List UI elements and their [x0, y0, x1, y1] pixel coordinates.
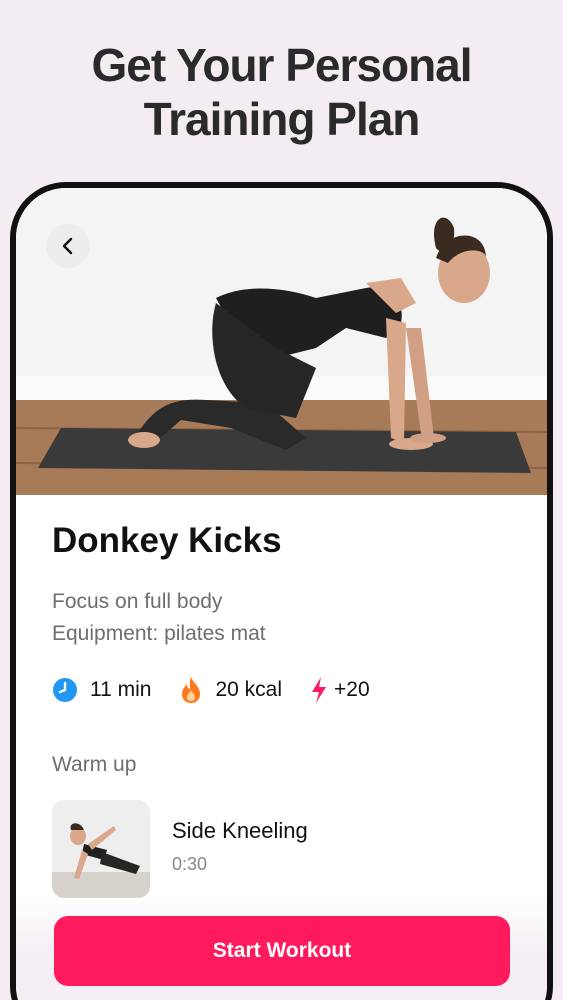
- calories-label: 20 kcal: [215, 678, 283, 701]
- warmup-exercise-name: Side Kneeling: [172, 818, 308, 843]
- exercise-thumbnail: [52, 800, 150, 898]
- duration-label: 11 min: [90, 678, 152, 701]
- duration-stat: 11 min: [52, 677, 151, 703]
- exercise-title: Donkey Kicks: [52, 521, 282, 560]
- exercise-video-preview[interactable]: [16, 188, 547, 495]
- points-label: +20: [334, 678, 370, 701]
- back-button[interactable]: [46, 224, 90, 268]
- points-stat: +20: [310, 676, 370, 704]
- phone-frame: Donkey Kicks Focus on full body Equipmen…: [10, 182, 553, 1000]
- headline-line-1: Get Your Personal: [91, 39, 472, 91]
- section-label-warmup: Warm up: [52, 753, 137, 776]
- clock-icon: [53, 678, 77, 702]
- exercise-stats: 11 min 20 kcal +20: [52, 676, 398, 704]
- headline: Get Your Personal Training Plan: [0, 38, 563, 146]
- headline-line-2: Training Plan: [143, 93, 421, 145]
- flame-icon: [182, 677, 201, 703]
- warmup-exercise-text: Side Kneeling 0:30: [172, 800, 308, 898]
- start-workout-button[interactable]: Start Workout: [54, 916, 510, 986]
- lightning-bolt-icon: [312, 677, 327, 703]
- exercise-equipment: Equipment: pilates mat: [52, 622, 266, 645]
- warmup-exercise-duration: 0:30: [172, 854, 208, 874]
- phone-screen: Donkey Kicks Focus on full body Equipmen…: [16, 188, 547, 1000]
- exercise-focus: Focus on full body: [52, 590, 223, 613]
- warmup-exercise-item[interactable]: Side Kneeling 0:30: [52, 800, 308, 898]
- calories-stat: 20 kcal: [179, 676, 282, 704]
- exercise-illustration: [16, 188, 547, 495]
- chevron-left-icon: [62, 237, 73, 255]
